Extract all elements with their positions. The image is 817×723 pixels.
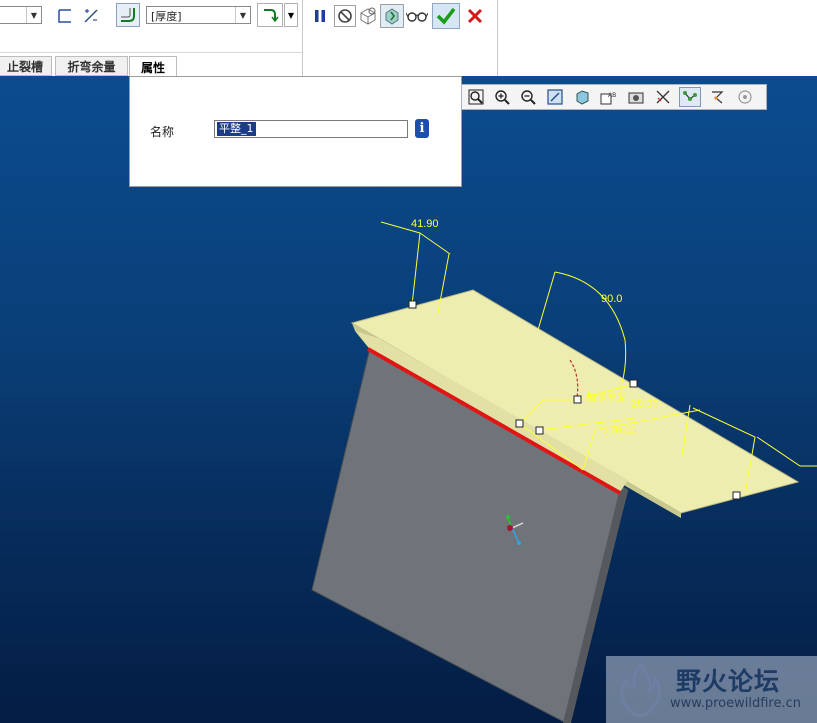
forum-watermark: 野火论坛 www.proewildfire.cn bbox=[606, 656, 817, 723]
spin-center-icon[interactable] bbox=[734, 87, 756, 107]
divider bbox=[497, 0, 498, 76]
verify-icon[interactable] bbox=[380, 4, 404, 28]
name-label: 名称 bbox=[150, 125, 175, 139]
feature-dashboard: ▼ [厚度] ▼ ▼ 止裂槽 折弯余量 属性 bbox=[0, 0, 817, 77]
no-preview-icon[interactable] bbox=[334, 5, 356, 27]
shading-icon[interactable] bbox=[571, 87, 593, 107]
preview-icon[interactable] bbox=[357, 5, 379, 27]
dim-label[interactable]: 加厚厚度 bbox=[586, 391, 626, 404]
csys-display-icon[interactable] bbox=[706, 87, 728, 107]
zoom-in-icon[interactable] bbox=[491, 87, 513, 107]
divider bbox=[0, 52, 302, 53]
properties-panel: 名称 平整_1 i bbox=[129, 76, 462, 187]
dim-label[interactable]: 25.00 bbox=[631, 398, 659, 410]
svg-text:AB: AB bbox=[608, 92, 616, 99]
flame-logo-icon bbox=[620, 660, 661, 718]
axis-display-icon[interactable] bbox=[679, 87, 701, 107]
pause-icon[interactable] bbox=[309, 5, 331, 27]
dim-label[interactable]: 41.90 bbox=[411, 218, 439, 230]
view-manager-icon[interactable]: AB bbox=[598, 87, 620, 107]
view-toolbar: AB bbox=[461, 84, 767, 110]
chevron-down-icon: ▼ bbox=[235, 7, 250, 23]
refit-icon[interactable] bbox=[544, 87, 566, 107]
name-field[interactable]: 平整_1 bbox=[214, 120, 408, 138]
chevron-down-icon[interactable]: ▼ bbox=[284, 3, 298, 27]
glasses-icon[interactable] bbox=[405, 5, 429, 27]
ok-check-icon[interactable] bbox=[432, 3, 460, 29]
drag-handle[interactable] bbox=[573, 395, 582, 404]
shape-combo[interactable]: ▼ bbox=[0, 6, 42, 24]
bend-position-icon[interactable] bbox=[257, 3, 283, 27]
zoom-out-icon[interactable] bbox=[517, 87, 539, 107]
datum-display-icon[interactable] bbox=[652, 87, 674, 107]
dim-label[interactable]: 90.0 bbox=[601, 293, 622, 305]
zoom-window-icon[interactable] bbox=[465, 87, 487, 107]
flat-edge-shape-icon[interactable] bbox=[54, 5, 76, 27]
flip-direction-icon[interactable] bbox=[80, 5, 102, 27]
drag-handle[interactable] bbox=[408, 300, 417, 309]
drag-handle[interactable] bbox=[535, 426, 544, 435]
cancel-x-icon[interactable] bbox=[464, 5, 486, 27]
dim-label[interactable]: 270.00 bbox=[603, 425, 637, 437]
tab-properties[interactable]: 属性 bbox=[129, 56, 177, 77]
divider bbox=[302, 0, 303, 76]
chevron-down-icon: ▼ bbox=[26, 7, 41, 23]
tab-relief[interactable]: 止裂槽 bbox=[0, 56, 52, 76]
bend-radius-icon[interactable] bbox=[116, 3, 140, 27]
info-icon[interactable]: i bbox=[415, 119, 429, 138]
tab-bend-allowance[interactable]: 折弯余量 bbox=[55, 56, 128, 76]
drag-handle[interactable] bbox=[515, 419, 524, 428]
saved-views-icon[interactable] bbox=[625, 87, 647, 107]
drag-handle[interactable] bbox=[732, 491, 741, 500]
drag-handle[interactable] bbox=[629, 379, 638, 388]
thickness-combo[interactable]: [厚度] ▼ bbox=[146, 6, 251, 24]
